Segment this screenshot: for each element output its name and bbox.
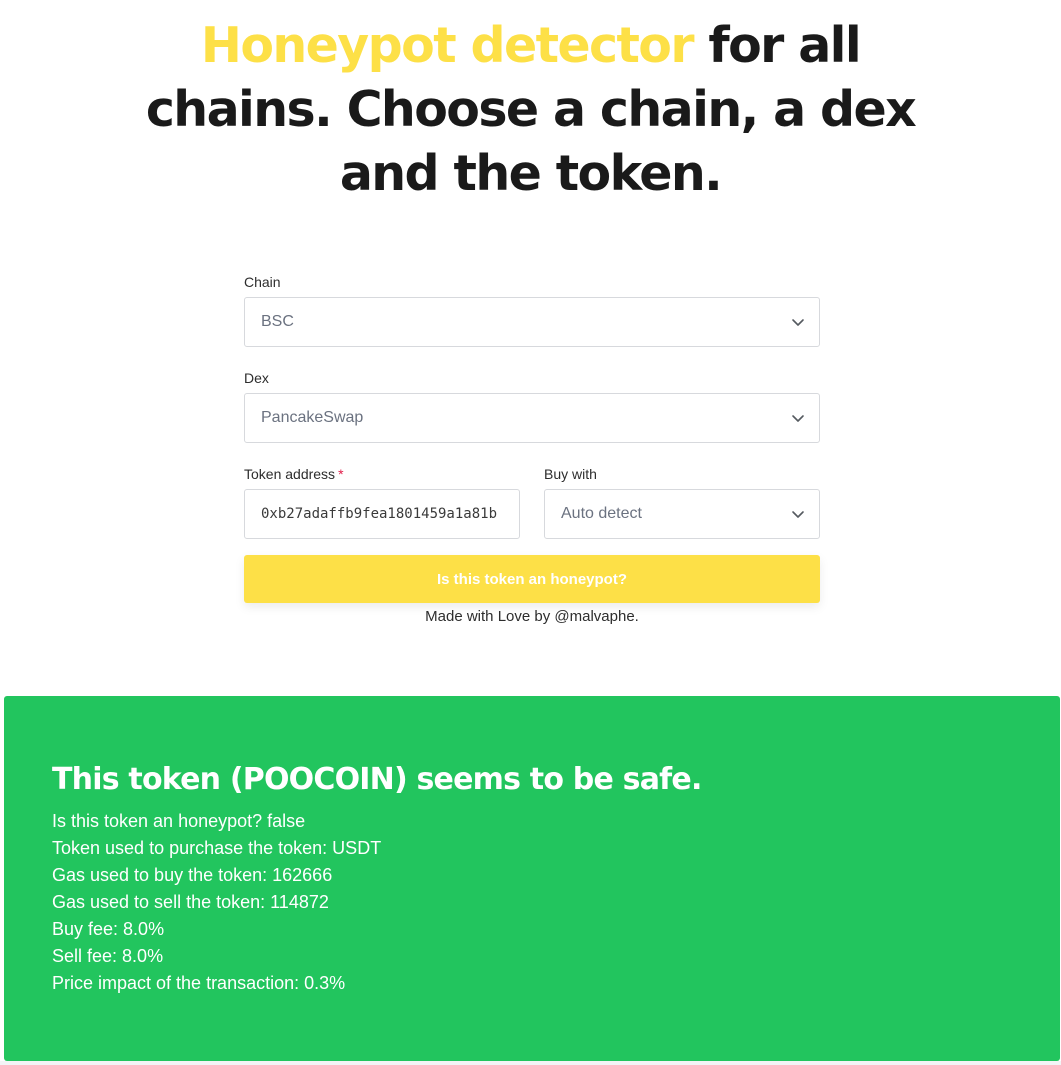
- dex-selected-value: PancakeSwap: [261, 409, 364, 426]
- chevron-down-icon: [792, 319, 804, 326]
- token-address-group: Token address *: [244, 464, 520, 539]
- token-address-input[interactable]: [244, 489, 520, 539]
- token-row: Token address* Buy with Auto detect: [244, 464, 820, 539]
- chevron-down-icon: [792, 415, 804, 422]
- credit-text: Made with Love by @malvaphe.: [425, 608, 639, 625]
- result-line: Token used to purchase the token: USDT: [52, 838, 382, 858]
- page-footer-divider: [0, 1061, 1061, 1065]
- chevron-down-icon: [792, 511, 804, 518]
- result-line: Sell fee: 8.0%: [52, 946, 164, 966]
- buy-with-label: Buy with: [544, 466, 597, 482]
- page-headline: Honeypot detector for all chains. Choose…: [130, 14, 931, 206]
- result-line: Price impact of the transaction: 0.3%: [52, 973, 346, 993]
- result-line: Gas used to buy the token: 162666: [52, 865, 333, 885]
- result-line: Is this token an honeypot? false: [52, 811, 306, 831]
- token-address-label-text: Token address: [244, 466, 336, 482]
- token-address-label: Token address *: [244, 464, 520, 484]
- chain-label: Chain: [244, 274, 281, 290]
- chain-select[interactable]: BSC: [244, 297, 820, 347]
- result-title: This token (POOCOIN) seems to be safe.: [52, 762, 702, 797]
- check-honeypot-button[interactable]: Is this token an honeypot?: [244, 555, 820, 603]
- buy-with-select[interactable]: Auto detect: [544, 489, 820, 539]
- dex-select[interactable]: PancakeSwap: [244, 393, 820, 443]
- result-line: Buy fee: 8.0%: [52, 919, 165, 939]
- result-line: Gas used to sell the token: 114872: [52, 892, 329, 912]
- dex-label: Dex: [244, 370, 269, 386]
- result-details: Is this token an honeypot? false Token u…: [52, 808, 381, 997]
- chain-group: Chain BSC: [244, 272, 820, 347]
- buy-with-group: Buy with Auto detect: [544, 464, 820, 539]
- required-mark: *: [338, 466, 344, 482]
- result-panel: This token (POOCOIN) seems to be safe. I…: [4, 696, 1060, 1061]
- headline-accent: Honeypot detector: [200, 17, 695, 74]
- honeypot-form: Chain BSC Dex PancakeSwap Token address *: [244, 272, 820, 627]
- page: Honeypot detector for all chains. Choose…: [0, 0, 1061, 1065]
- buy-with-selected-value: Auto detect: [561, 505, 642, 522]
- chain-selected-value: BSC: [261, 313, 294, 330]
- dex-group: Dex PancakeSwap: [244, 368, 820, 443]
